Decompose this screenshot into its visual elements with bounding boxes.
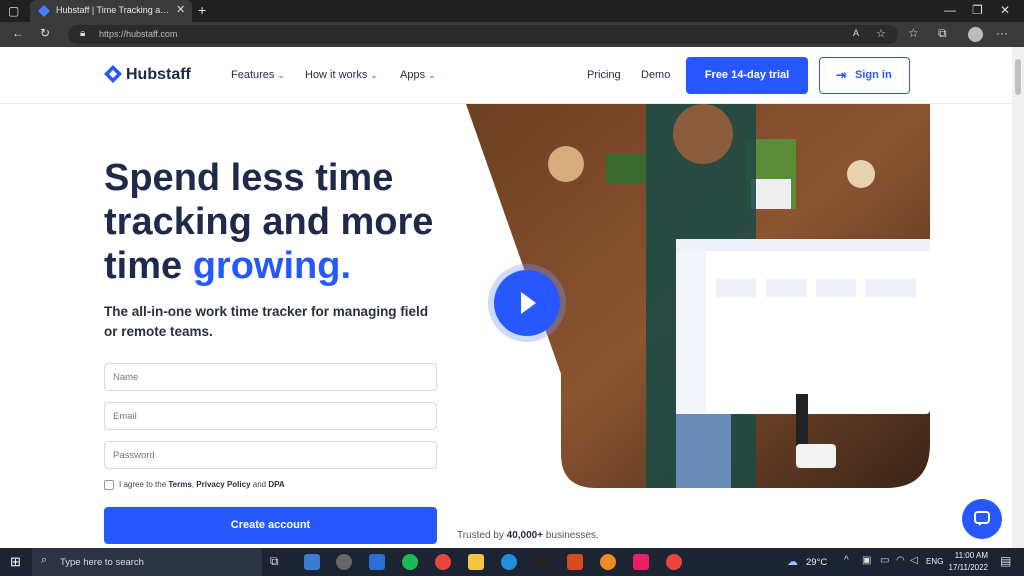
collections-icon[interactable]: ⧉ xyxy=(938,26,947,41)
spotify-icon[interactable] xyxy=(402,554,418,570)
weather-icon[interactable]: ☁ xyxy=(787,555,798,568)
sign-in-button[interactable]: ⇥ Sign in xyxy=(819,57,910,94)
maximize-icon[interactable]: ❐ xyxy=(972,3,983,17)
favorite-icon[interactable]: ☆ xyxy=(876,27,886,40)
nav-features[interactable]: Features ⌄ xyxy=(231,69,285,81)
app-icon[interactable] xyxy=(336,554,352,570)
nav-how-it-works-label: How it works xyxy=(305,69,368,81)
notifications-icon[interactable]: ▤ xyxy=(1000,554,1011,568)
back-icon[interactable]: ← xyxy=(12,26,24,40)
nav-features-label: Features xyxy=(231,69,275,81)
tab-actions-icon[interactable]: ▢ xyxy=(8,4,19,18)
windows-start-icon[interactable]: ⊞ xyxy=(10,554,21,570)
edge-icon[interactable] xyxy=(501,554,517,570)
lock-icon[interactable]: 🔒︎ xyxy=(80,28,85,39)
chrome-icon[interactable] xyxy=(435,554,451,570)
favorites-icon[interactable]: ☆ xyxy=(908,26,919,40)
clock-date[interactable]: 17/11/2022 xyxy=(946,563,988,572)
agree-and: and xyxy=(252,480,267,489)
name-field[interactable] xyxy=(104,363,437,391)
hero-subtext: The all-in-one work time tracker for man… xyxy=(104,304,429,339)
trusted-count: 40,000+ xyxy=(506,530,544,541)
hubstaff-favicon-icon xyxy=(38,5,50,17)
play-video-button[interactable] xyxy=(494,270,560,336)
tab-close-icon[interactable]: ✕ xyxy=(176,3,185,16)
trusted-prefix: Trusted by xyxy=(457,530,504,541)
chevron-down-icon: ⌄ xyxy=(370,70,378,80)
agree-prefix: I agree to the xyxy=(119,480,167,489)
minimize-icon[interactable]: — xyxy=(944,3,956,17)
agree-checkbox[interactable] xyxy=(104,480,114,490)
chat-icon xyxy=(974,511,990,526)
chevron-up-icon[interactable]: ^ xyxy=(844,555,849,566)
slack-icon[interactable] xyxy=(633,554,649,570)
site-header: Hubstaff Features ⌄ How it works ⌄ Apps … xyxy=(0,47,1012,104)
app-icon[interactable] xyxy=(600,554,616,570)
nav-how-it-works[interactable]: How it works ⌄ xyxy=(305,69,378,81)
chevron-down-icon: ⌄ xyxy=(277,70,286,80)
search-placeholder: Type here to search xyxy=(60,557,144,568)
hero-headline: Spend less time tracking and more time g… xyxy=(104,156,464,288)
browser-tab-bar: ▢ Hubstaff | Time Tracking and Pro ✕ + —… xyxy=(0,0,1024,22)
search-icon: ⌕ xyxy=(41,554,48,566)
nav-demo[interactable]: Demo xyxy=(641,69,670,81)
privacy-link[interactable]: Privacy Policy xyxy=(196,480,250,489)
sign-in-icon: ⇥ xyxy=(836,68,847,82)
windows-taskbar: ⊞ ⌕ Type here to search ⧉ ☁ 29°C ^ ▣ ▭ ◠… xyxy=(0,548,1024,576)
url-text: https://hubstaff.com xyxy=(99,29,178,39)
page-scrollbar[interactable] xyxy=(1012,47,1024,548)
office-icon[interactable] xyxy=(567,554,583,570)
play-icon xyxy=(521,292,536,314)
nav-pricing[interactable]: Pricing xyxy=(587,69,621,81)
clock-time[interactable]: 11:00 AM xyxy=(946,551,988,560)
agree-text: I agree to the Terms, Privacy Policy and… xyxy=(119,480,285,489)
battery-icon[interactable]: ▭ xyxy=(880,555,889,566)
tray-icon[interactable]: ▣ xyxy=(862,555,871,566)
sign-in-label: Sign in xyxy=(855,69,892,81)
hubstaff-logo-icon[interactable] xyxy=(103,64,123,84)
chevron-down-icon: ⌄ xyxy=(428,70,436,80)
url-field[interactable]: 🔒︎ https://hubstaff.com A ☆ xyxy=(68,25,898,44)
profile-avatar[interactable] xyxy=(968,27,983,42)
hubstaff-logo[interactable]: Hubstaff xyxy=(126,66,191,84)
app-icon[interactable] xyxy=(304,554,320,570)
tab-title: Hubstaff | Time Tracking and Pro xyxy=(56,5,174,15)
wifi-icon[interactable]: ◠ xyxy=(896,555,905,566)
terms-link[interactable]: Terms xyxy=(168,480,191,489)
chat-button[interactable] xyxy=(962,499,1002,539)
read-aloud-icon[interactable]: A xyxy=(853,28,859,38)
new-tab-icon[interactable]: + xyxy=(198,2,206,18)
weather-temp[interactable]: 29°C xyxy=(806,557,827,568)
free-trial-button[interactable]: Free 14-day trial xyxy=(686,57,808,94)
task-view-icon[interactable]: ⧉ xyxy=(270,554,279,569)
create-account-button[interactable]: Create account xyxy=(104,507,437,544)
volume-icon[interactable]: ◁ xyxy=(910,555,918,566)
taskbar-search[interactable]: ⌕ Type here to search xyxy=(32,548,262,576)
password-field[interactable] xyxy=(104,441,437,469)
scroll-thumb[interactable] xyxy=(1015,59,1021,95)
mail-icon[interactable] xyxy=(369,554,385,570)
trusted-by-text: Trusted by 40,000+ businesses. xyxy=(457,530,599,541)
nav-apps-label: Apps xyxy=(400,69,426,81)
more-options-icon[interactable]: ··· xyxy=(996,26,1008,40)
close-window-icon[interactable]: ✕ xyxy=(1000,3,1010,17)
dpa-link[interactable]: DPA xyxy=(268,480,284,489)
address-bar-row: ← ↻ 🔒︎ https://hubstaff.com A ☆ ☆ ⧉ ··· xyxy=(0,22,1024,47)
chrome-icon[interactable] xyxy=(666,554,682,570)
app-icon[interactable] xyxy=(534,554,550,570)
trusted-suffix: businesses. xyxy=(545,530,599,541)
headline-highlight: growing. xyxy=(192,245,352,287)
refresh-icon[interactable]: ↻ xyxy=(40,26,50,40)
browser-tab[interactable]: Hubstaff | Time Tracking and Pro ✕ xyxy=(30,0,192,22)
language-indicator[interactable]: ENG xyxy=(926,557,943,566)
file-explorer-icon[interactable] xyxy=(468,554,484,570)
email-field[interactable] xyxy=(104,402,437,430)
nav-apps[interactable]: Apps ⌄ xyxy=(400,69,436,81)
